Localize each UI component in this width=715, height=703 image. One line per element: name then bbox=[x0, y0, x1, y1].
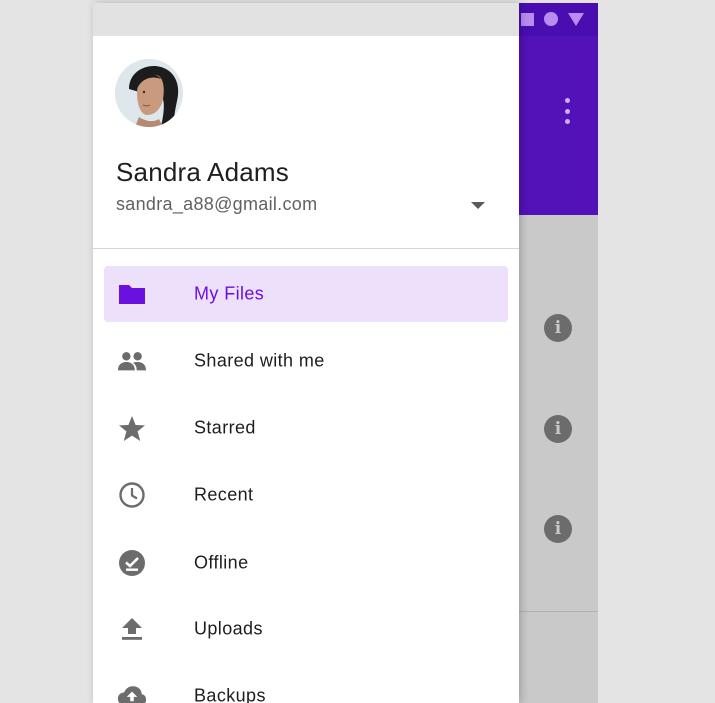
cloud-upload-icon bbox=[117, 682, 147, 703]
nav-item-label: My Files bbox=[194, 283, 265, 304]
nav-item-label: Shared with me bbox=[194, 350, 325, 371]
offline-check-icon bbox=[117, 549, 147, 577]
nav-item-label: Offline bbox=[194, 552, 249, 573]
nav-item-offline[interactable]: Offline bbox=[104, 535, 508, 591]
nav-item-label: Backups bbox=[194, 685, 266, 703]
arrow-drop-down-icon[interactable] bbox=[471, 202, 485, 209]
circle-icon bbox=[544, 12, 558, 26]
nav-item-label: Starred bbox=[194, 417, 256, 438]
status-icons bbox=[521, 12, 584, 26]
people-icon bbox=[117, 347, 147, 375]
nav-item-label: Recent bbox=[194, 484, 254, 505]
star-icon bbox=[117, 414, 147, 442]
nav-item-uploads[interactable]: Uploads bbox=[104, 601, 508, 657]
more-vert-icon[interactable] bbox=[563, 98, 571, 124]
drawer-divider bbox=[93, 248, 519, 249]
nav-item-backups[interactable]: Backups bbox=[104, 668, 508, 703]
avatar[interactable] bbox=[115, 59, 183, 127]
info-icon[interactable]: i bbox=[544, 515, 572, 543]
triangle-icon bbox=[568, 12, 584, 26]
account-email: sandra_a88@gmail.com bbox=[116, 194, 318, 214]
folder-icon bbox=[117, 280, 147, 308]
nav-item-my-files[interactable]: My Files bbox=[104, 266, 508, 322]
nav-item-label: Uploads bbox=[194, 618, 263, 639]
nav-item-recent[interactable]: Recent bbox=[104, 467, 508, 523]
info-icon[interactable]: i bbox=[544, 314, 572, 342]
clock-icon bbox=[117, 481, 147, 509]
info-icon[interactable]: i bbox=[544, 415, 572, 443]
account-name: Sandra Adams bbox=[116, 157, 289, 187]
drawer-status-bar bbox=[93, 3, 519, 36]
nav-item-shared-with-me[interactable]: Shared with me bbox=[104, 333, 508, 389]
navigation-drawer: Sandra Adams sandra_a88@gmail.com My Fil… bbox=[93, 3, 519, 703]
square-icon bbox=[521, 12, 534, 26]
upload-icon bbox=[117, 615, 147, 643]
nav-item-starred[interactable]: Starred bbox=[104, 400, 508, 456]
